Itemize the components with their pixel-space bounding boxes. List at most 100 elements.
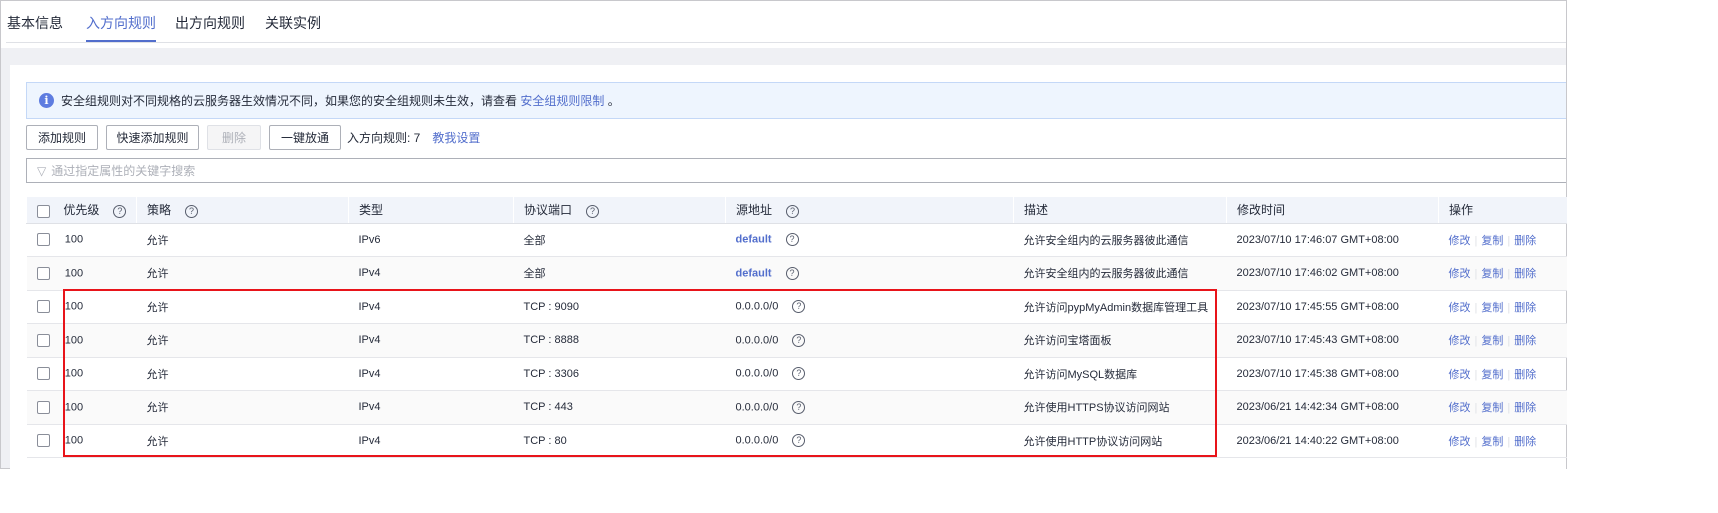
delete-link[interactable]: 删除 [1514, 235, 1536, 247]
policy: 允许 [136, 323, 349, 358]
edit-link[interactable]: 修改 [1449, 402, 1471, 414]
rule-limits-link[interactable]: 安全组规则限制 [520, 92, 604, 109]
copy-link[interactable]: 复制 [1481, 369, 1503, 381]
rules-table: 优先级? 策略? 类型 协议端口? 源地址? 描述 修改时间 操作 100 允许 IPv6 全… [26, 197, 1567, 458]
priority: 100 [64, 300, 84, 313]
info-icon: i [39, 93, 54, 108]
policy: 允许 [136, 424, 349, 458]
protocol-port: TCP : 3306 [513, 357, 726, 391]
policy: 允许 [136, 256, 349, 291]
priority: 100 [64, 367, 84, 380]
column-header-label: 源地址 [736, 203, 773, 218]
tab-outbound-rules[interactable]: 出方向规则 [175, 13, 245, 33]
protocol-port: TCP : 443 [513, 390, 726, 425]
delete-link[interactable]: 删除 [1514, 302, 1536, 314]
column-header-label: 类型 [359, 203, 384, 218]
page-frame: 基本信息 入方向规则 出方向规则 关联实例 i 安全组规则对不同规格的云服务器生… [0, 0, 1567, 469]
delete-button[interactable]: 删除 [207, 125, 261, 150]
help-link[interactable]: 教我设置 [432, 129, 480, 146]
source-link[interactable]: default [736, 267, 772, 279]
copy-link[interactable]: 复制 [1481, 335, 1503, 347]
modified-time: 2023/06/21 14:42:34 GMT+08:00 [1226, 390, 1439, 425]
column-header-label: 描述 [1024, 203, 1049, 218]
edit-link[interactable]: 修改 [1449, 268, 1471, 280]
help-icon[interactable]: ? [113, 204, 127, 218]
help-icon[interactable]: ? [785, 266, 799, 280]
priority: 100 [64, 334, 84, 347]
edit-link[interactable]: 修改 [1449, 369, 1471, 381]
copy-link[interactable]: 复制 [1481, 402, 1503, 414]
description: 允许访问MySQL数据库 [1013, 357, 1227, 391]
delete-link[interactable]: 删除 [1514, 369, 1536, 381]
column-header: 优先级? [26, 197, 137, 224]
description: 允许使用HTTPS协议访问网站 [1013, 390, 1227, 425]
edit-link[interactable]: 修改 [1449, 335, 1471, 347]
description: 允许访问pypMyAdmin数据库管理工具 [1013, 290, 1227, 324]
row-checkbox[interactable] [36, 367, 50, 381]
description: 允许访问宝塔面板 [1013, 323, 1227, 358]
help-icon[interactable]: ? [792, 300, 806, 314]
copy-link[interactable]: 复制 [1481, 436, 1503, 448]
help-icon[interactable]: ? [792, 367, 806, 381]
row-checkbox[interactable] [36, 333, 50, 347]
tab-associated-instances[interactable]: 关联实例 [265, 13, 321, 33]
policy: 允许 [136, 357, 349, 391]
delete-link[interactable]: 删除 [1514, 268, 1536, 280]
column-header: 修改时间 [1226, 197, 1439, 224]
help-icon[interactable]: ? [792, 434, 806, 448]
help-icon[interactable]: ? [792, 333, 806, 347]
row-checkbox[interactable] [36, 233, 50, 247]
description: 允许使用HTTP协议访问网站 [1013, 424, 1227, 458]
source-link[interactable]: default [736, 234, 772, 246]
column-header: 类型 [348, 197, 514, 224]
column-header: 操作 [1438, 197, 1567, 224]
quick-add-rule-button[interactable]: 快速添加规则 [106, 125, 199, 150]
one-click-allow-button[interactable]: 一键放通 [269, 125, 341, 150]
help-icon[interactable]: ? [185, 204, 199, 218]
type: IPv6 [348, 223, 514, 257]
description: 允许安全组内的云服务器彼此通信 [1013, 256, 1227, 291]
source-address: 0.0.0.0/0 [735, 300, 779, 313]
protocol-port: 全部 [513, 256, 726, 291]
column-header-label: 优先级 [63, 203, 100, 218]
row-checkbox[interactable] [36, 300, 50, 314]
type: IPv4 [348, 357, 514, 391]
source-address: 0.0.0.0/0 [735, 434, 779, 447]
priority: 100 [64, 434, 84, 447]
copy-link[interactable]: 复制 [1481, 302, 1503, 314]
table-row: 100 允许 IPv4 全部 default? 允许安全组内的云服务器彼此通信 … [26, 256, 1567, 291]
column-header-label: 操作 [1449, 203, 1474, 218]
edit-link[interactable]: 修改 [1449, 235, 1471, 247]
select-all-checkbox[interactable] [37, 204, 50, 218]
add-rule-button[interactable]: 添加规则 [26, 125, 98, 150]
row-checkbox[interactable] [36, 400, 50, 414]
tab-inbound-rules[interactable]: 入方向规则 [86, 13, 156, 43]
table-row: 100 允许 IPv4 TCP : 8888 0.0.0.0/0? 允许访问宝塔… [26, 323, 1567, 358]
help-icon[interactable]: ? [792, 400, 806, 414]
type: IPv4 [348, 290, 514, 324]
toolbar: 添加规则 快速添加规则 删除 一键放通 入方向规则: 7 教我设置 [26, 125, 480, 150]
help-icon[interactable]: ? [586, 204, 600, 218]
column-header-label: 修改时间 [1237, 203, 1286, 218]
type: IPv4 [348, 323, 514, 358]
edit-link[interactable]: 修改 [1449, 436, 1471, 448]
table-row: 100 允许 IPv6 全部 default? 允许安全组内的云服务器彼此通信 … [26, 223, 1567, 257]
help-icon[interactable]: ? [785, 233, 799, 247]
notice-suffix: 。 [607, 94, 620, 108]
help-icon[interactable]: ? [786, 204, 800, 218]
copy-link[interactable]: 复制 [1481, 235, 1503, 247]
row-checkbox[interactable] [36, 434, 50, 448]
protocol-port: 全部 [513, 223, 726, 257]
row-checkbox[interactable] [36, 266, 50, 280]
delete-link[interactable]: 删除 [1514, 436, 1536, 448]
tab-basic-info[interactable]: 基本信息 [7, 13, 63, 33]
modified-time: 2023/07/10 17:45:55 GMT+08:00 [1226, 290, 1439, 324]
edit-link[interactable]: 修改 [1449, 302, 1471, 314]
delete-link[interactable]: 删除 [1514, 402, 1536, 414]
copy-link[interactable]: 复制 [1481, 268, 1503, 280]
modified-time: 2023/07/10 17:46:02 GMT+08:00 [1226, 256, 1439, 291]
column-header: 策略? [136, 197, 349, 224]
delete-link[interactable]: 删除 [1514, 335, 1536, 347]
info-notice: i 安全组规则对不同规格的云服务器生效情况不同，如果您的安全组规则未生效，请查看… [26, 82, 1566, 119]
search-input[interactable]: ▽ 通过指定属性的关键字搜索 [26, 158, 1566, 183]
